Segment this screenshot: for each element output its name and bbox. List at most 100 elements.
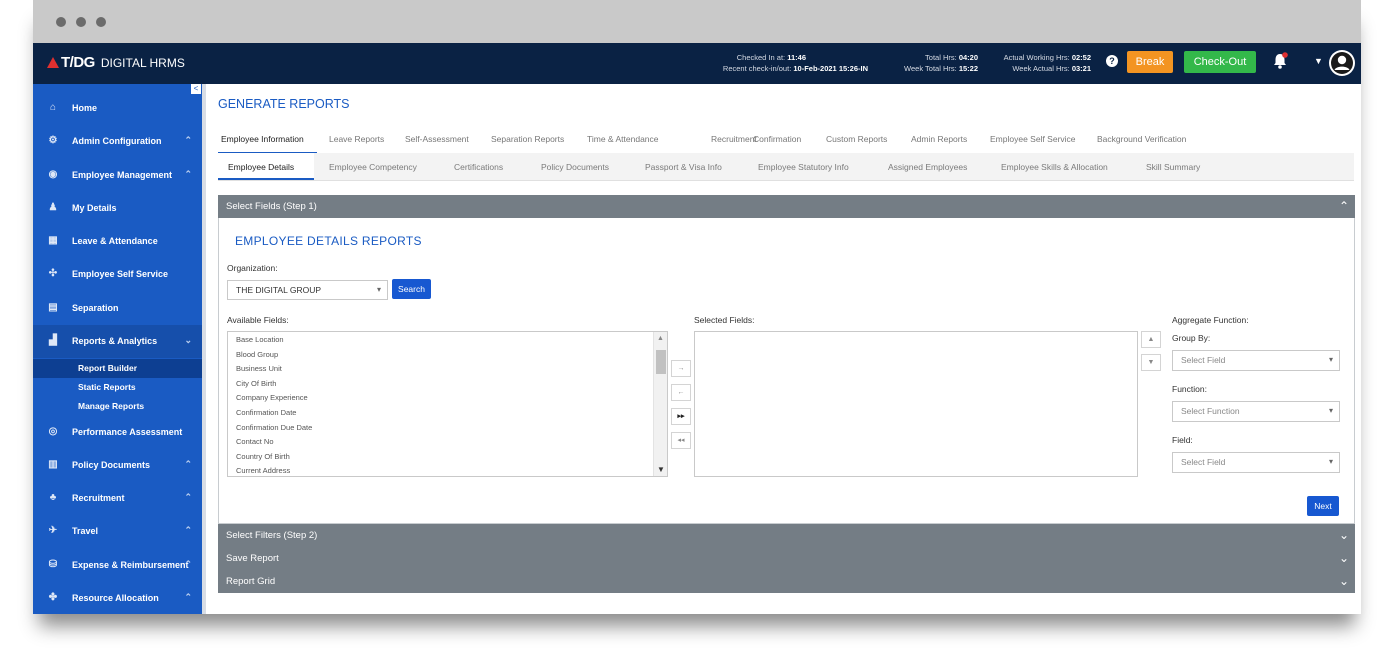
- sidebar-item[interactable]: ▦ Leave & Attendance: [33, 225, 202, 258]
- group-by-select[interactable]: Select Field ▾: [1172, 350, 1340, 371]
- list-item[interactable]: City Of Birth: [236, 379, 276, 388]
- list-item[interactable]: Business Unit: [236, 364, 282, 373]
- sidebar-item[interactable]: ♣ Recruitment ⌃: [33, 482, 202, 515]
- move-all-right-button[interactable]: ▸▸: [671, 408, 691, 425]
- tab-report-category[interactable]: Employee Information: [221, 134, 304, 144]
- subtab-report[interactable]: Assigned Employees: [888, 162, 967, 172]
- list-item[interactable]: Current Address: [236, 466, 290, 475]
- help-icon[interactable]: ?: [1106, 55, 1118, 67]
- network-icon: ✣: [48, 268, 58, 279]
- report-grid-header[interactable]: Report Grid ⌄: [218, 570, 1355, 593]
- sidebar-collapse-icon[interactable]: <: [191, 84, 201, 94]
- move-up-button[interactable]: ▲: [1141, 331, 1161, 348]
- sidebar-item[interactable]: ⛁ Expense & Reimbursement ⌃: [33, 549, 202, 582]
- notification-bell-icon[interactable]: [1272, 52, 1288, 70]
- sidebar-subitem[interactable]: Report Builder: [33, 359, 202, 378]
- sidebar-item[interactable]: ✤ Resource Allocation ⌃: [33, 582, 202, 615]
- list-scrollbar[interactable]: ▲ ▼: [653, 332, 667, 476]
- magnify-icon: ◎: [48, 426, 58, 437]
- organization-select[interactable]: THE DIGITAL GROUP ▾: [227, 280, 388, 300]
- tab-report-category[interactable]: Recruitment: [711, 134, 757, 144]
- tab-report-category[interactable]: Time & Attendance: [587, 134, 659, 144]
- save-report-header[interactable]: Save Report ⌄: [218, 547, 1355, 570]
- chevron-icon: ⌃: [184, 492, 192, 502]
- sidebar-item[interactable]: ▥ Policy Documents ⌃: [33, 449, 202, 482]
- list-item[interactable]: Country Of Birth: [236, 452, 290, 461]
- selected-fields-list[interactable]: [694, 331, 1138, 477]
- sidebar-item[interactable]: ✣ Employee Self Service: [33, 258, 202, 291]
- tab-report-category[interactable]: Custom Reports: [826, 134, 887, 144]
- scroll-down-icon[interactable]: ▼: [657, 465, 665, 474]
- list-item[interactable]: Blood Group: [236, 350, 278, 359]
- subtab-report[interactable]: Employee Details: [228, 162, 294, 172]
- sidebar-item[interactable]: ◉ Employee Management ⌃: [33, 159, 202, 192]
- tab-report-category[interactable]: Separation Reports: [491, 134, 564, 144]
- sidebar-subitem[interactable]: Static Reports: [33, 378, 202, 397]
- dropdown-arrow-icon: ▾: [1328, 457, 1333, 466]
- organization-value: THE DIGITAL GROUP: [236, 285, 322, 295]
- move-left-button[interactable]: ←: [671, 384, 691, 401]
- chevron-down-icon[interactable]: ⌄: [1339, 547, 1349, 570]
- save-report-title: Save Report: [226, 553, 279, 564]
- report-category-tabs: Employee Information Leave Reports Self-As…: [218, 128, 1354, 154]
- tab-report-category[interactable]: Admin Reports: [911, 134, 967, 144]
- chevron-up-icon[interactable]: ⌃: [1339, 195, 1349, 218]
- tab-report-category[interactable]: Background Verification: [1097, 134, 1186, 144]
- list-item[interactable]: Base Location: [236, 335, 284, 344]
- move-down-button[interactable]: ▼: [1141, 354, 1161, 371]
- step2-header[interactable]: Select Filters (Step 2) ⌄: [218, 524, 1355, 547]
- list-item[interactable]: Company Experience: [236, 393, 308, 402]
- checked-in-label: Checked In at:: [736, 53, 786, 62]
- subtab-report[interactable]: Policy Documents: [541, 162, 609, 172]
- checkout-button[interactable]: Check-Out: [1184, 51, 1256, 73]
- sidebar-subitem[interactable]: Manage Reports: [33, 397, 202, 416]
- subtab-report[interactable]: Employee Skills & Allocation: [1001, 162, 1108, 172]
- app-logo[interactable]: T/DG DIGITAL HRMS: [47, 54, 185, 71]
- subtab-report[interactable]: Certifications: [454, 162, 503, 172]
- chevron-icon: ⌃: [184, 592, 192, 602]
- move-all-left-button[interactable]: ◂◂: [671, 432, 691, 449]
- break-button[interactable]: Break: [1127, 51, 1173, 73]
- chevron-down-icon[interactable]: ⌄: [1339, 570, 1349, 593]
- subtab-report[interactable]: Employee Competency: [329, 162, 417, 172]
- page-title: GENERATE REPORTS: [218, 97, 350, 111]
- sidebar-item[interactable]: ♟ My Details: [33, 192, 202, 225]
- subtab-report[interactable]: Passport & Visa Info: [645, 162, 722, 172]
- window-dot-icon: [76, 17, 86, 27]
- field-select[interactable]: Select Field ▾: [1172, 452, 1340, 473]
- tab-report-category[interactable]: Employee Self Service: [990, 134, 1076, 144]
- sidebar-item[interactable]: ▤ Separation: [33, 292, 202, 325]
- scroll-thumb[interactable]: [656, 350, 666, 374]
- avatar[interactable]: [1329, 50, 1355, 76]
- function-select[interactable]: Select Function ▾: [1172, 401, 1340, 422]
- subtab-report[interactable]: Employee Statutory Info: [758, 162, 849, 172]
- sidebar-item[interactable]: ⚙ Admin Configuration ⌃: [33, 125, 202, 158]
- tab-report-category[interactable]: Leave Reports: [329, 134, 384, 144]
- dropdown-arrow-icon: ▾: [1328, 355, 1333, 364]
- sidebar-item[interactable]: ◎ Performance Assessment: [33, 416, 202, 449]
- subtab-report[interactable]: Skill Summary: [1146, 162, 1200, 172]
- chevron-down-icon[interactable]: ⌄: [1339, 524, 1349, 547]
- organization-label: Organization:: [227, 263, 278, 273]
- sidebar-item-label: Policy Documents: [72, 460, 151, 470]
- sidebar-item[interactable]: ▟ Reports & Analytics ⌄: [33, 325, 202, 358]
- move-right-button[interactable]: →: [671, 360, 691, 377]
- chevron-down-icon[interactable]: ▼: [1314, 56, 1323, 66]
- sidebar-item-label: Resource Allocation: [72, 593, 159, 603]
- list-item[interactable]: Confirmation Due Date: [236, 423, 312, 432]
- actual-hrs-value: 02:52: [1071, 53, 1091, 62]
- next-button[interactable]: Next: [1307, 496, 1339, 516]
- tab-report-category[interactable]: Confirmation: [753, 134, 801, 144]
- sidebar-item[interactable]: ✈ Travel ⌃: [33, 515, 202, 548]
- search-button[interactable]: Search: [392, 279, 431, 299]
- list-item[interactable]: Contact No: [236, 437, 274, 446]
- report-grid-title: Report Grid: [226, 576, 276, 587]
- step1-title: Select Fields (Step 1): [226, 201, 317, 212]
- scroll-up-icon[interactable]: ▲: [657, 335, 664, 342]
- step1-header[interactable]: Select Fields (Step 1) ⌃: [218, 195, 1355, 218]
- chevron-icon: ⌃: [184, 525, 192, 535]
- sidebar-item[interactable]: ⌂ Home: [33, 92, 202, 125]
- list-item[interactable]: Confirmation Date: [236, 408, 296, 417]
- available-fields-list[interactable]: ▲ ▼ Base Location Blood Group Business Uni…: [227, 331, 668, 477]
- tab-report-category[interactable]: Self-Assessment: [405, 134, 469, 144]
